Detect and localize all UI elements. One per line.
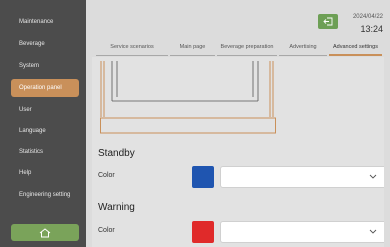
- warning-color-select[interactable]: [220, 221, 384, 243]
- chevron-down-icon: [369, 229, 377, 234]
- tab-service-scenarios[interactable]: Service scenarios: [96, 42, 168, 56]
- chevron-down-icon: [369, 174, 377, 179]
- home-button[interactable]: [11, 224, 79, 241]
- machine-frame-diagram: [100, 61, 276, 134]
- sidebar: Maintenance Beverage System Operation pa…: [0, 0, 86, 247]
- settings-panel: Standby Color Warning Color: [92, 57, 384, 247]
- top-bar: 2024/04/22 13:24 Service scenarios Main …: [86, 0, 390, 58]
- sidebar-item-maintenance[interactable]: Maintenance: [11, 13, 79, 31]
- sidebar-item-operation-panel[interactable]: Operation panel: [11, 79, 79, 97]
- standby-color-swatch[interactable]: [192, 166, 214, 188]
- warning-color-label: Color: [98, 227, 115, 234]
- tab-advanced-settings[interactable]: Advanced settings: [329, 42, 382, 56]
- time-display: 13:24: [360, 24, 383, 34]
- sidebar-item-user[interactable]: User: [11, 101, 79, 119]
- tab-bar: Service scenarios Main page Beverage pre…: [96, 42, 382, 56]
- standby-title: Standby: [98, 148, 135, 159]
- sidebar-item-language[interactable]: Language: [11, 122, 79, 140]
- warning-title: Warning: [98, 202, 135, 213]
- sidebar-item-beverage[interactable]: Beverage: [11, 35, 79, 53]
- tab-beverage-preparation[interactable]: Beverage preparation: [217, 42, 277, 56]
- standby-color-label: Color: [98, 172, 115, 179]
- sidebar-item-statistics[interactable]: Statistics: [11, 143, 79, 161]
- tab-main-page[interactable]: Main page: [170, 42, 215, 56]
- exit-button[interactable]: [318, 14, 338, 29]
- exit-icon: [323, 17, 333, 26]
- home-icon: [39, 227, 51, 237]
- sidebar-item-system[interactable]: System: [11, 57, 79, 75]
- tab-advertising[interactable]: Advertising: [279, 42, 327, 56]
- sidebar-item-engineering-setting[interactable]: Engineering setting: [11, 186, 79, 204]
- date-display: 2024/04/22: [352, 14, 383, 20]
- sidebar-item-help[interactable]: Help: [11, 164, 79, 182]
- main-area: 2024/04/22 13:24 Service scenarios Main …: [86, 0, 390, 247]
- warning-color-swatch[interactable]: [192, 221, 214, 243]
- standby-color-select[interactable]: [220, 166, 384, 188]
